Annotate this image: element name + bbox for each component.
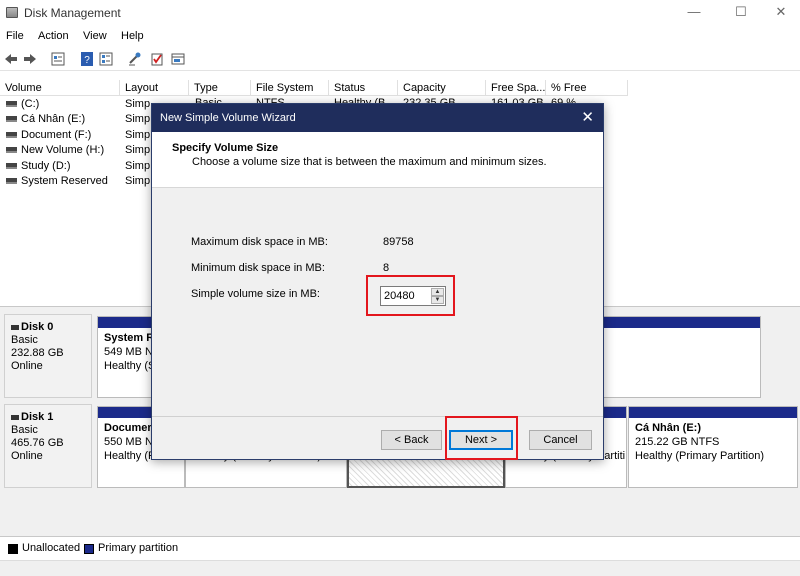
partition-name: Cá Nhân (E:)	[635, 422, 701, 434]
table-row[interactable]: Cá Nhân (E:) Simp	[0, 112, 160, 127]
disk-type: Basic	[11, 334, 38, 346]
legend: Unallocated Primary partition	[0, 536, 800, 560]
menu-file[interactable]: File	[6, 30, 24, 42]
menu-bar: File Action View Help	[0, 26, 800, 46]
partition-name: Documer	[104, 422, 152, 434]
volume-layout: Simp	[125, 98, 151, 110]
partition-name: System R	[104, 332, 155, 344]
min-disk-space-value: 8	[383, 262, 390, 274]
disk-1-label[interactable]: Disk 1 Basic 465.76 GB Online	[4, 404, 92, 488]
forward-arrow-icon[interactable]	[22, 51, 38, 67]
back-arrow-icon[interactable]	[3, 51, 19, 67]
table-row[interactable]: New Volume (H:) Simp	[0, 143, 160, 158]
menu-view[interactable]: View	[83, 30, 107, 42]
column-header-layout[interactable]: Layout	[120, 80, 189, 96]
properties-icon[interactable]	[50, 51, 66, 67]
column-header-status[interactable]: Status	[329, 80, 398, 96]
drive-icon	[6, 116, 17, 122]
disk-size: 465.76 GB	[11, 437, 64, 449]
drive-icon	[6, 132, 17, 138]
list-view-icon[interactable]	[98, 51, 114, 67]
volume-layout: Simp	[125, 113, 151, 125]
legend-label-unallocated: Unallocated	[22, 542, 81, 554]
wizard-title: New Simple Volume Wizard	[160, 112, 296, 124]
svg-text:?: ?	[84, 55, 90, 66]
volume-name: Study (D:)	[21, 160, 71, 172]
volume-layout: Simp	[125, 175, 151, 187]
wizard-subheading: Choose a volume size that is between the…	[192, 156, 547, 168]
title-bar: Disk Management — ☐ ✕	[0, 0, 800, 26]
window-title: Disk Management	[24, 6, 121, 20]
maximize-button[interactable]: ☐	[728, 2, 754, 22]
volume-name: Cá Nhân (E:)	[21, 113, 86, 125]
table-row[interactable]: (C:) Simp	[0, 97, 160, 112]
wizard-divider	[152, 416, 603, 417]
column-header-file-system[interactable]: File System	[251, 80, 329, 96]
wizard-close-icon[interactable]: ✕	[581, 108, 594, 126]
partition-size: 550 MB N	[104, 436, 153, 448]
highlight-volume-size	[366, 275, 455, 316]
column-header-type[interactable]: Type	[189, 80, 251, 96]
min-disk-space-label: Minimum disk space in MB:	[191, 262, 325, 274]
partition-size: 215.22 GB NTFS	[635, 436, 720, 448]
partition-ca-nhan[interactable]: Cá Nhân (E:) 215.22 GB NTFS Healthy (Pri…	[628, 406, 798, 488]
back-button[interactable]: < Back	[381, 430, 442, 450]
check-icon[interactable]	[149, 51, 165, 67]
wizard-heading: Specify Volume Size	[172, 142, 279, 154]
table-row[interactable]: Document (F:) Simp	[0, 128, 160, 143]
volume-layout: Simp	[125, 129, 151, 141]
table-row[interactable]: System Reserved Simp	[0, 174, 160, 189]
column-header-volume[interactable]: Volume	[0, 80, 120, 96]
wizard-header: Specify Volume Size Choose a volume size…	[152, 132, 603, 188]
column-header-percent-free[interactable]: % Free	[546, 80, 628, 96]
disk-status: Online	[11, 360, 43, 372]
legend-swatch-primary	[84, 544, 94, 554]
drive-icon	[6, 178, 17, 184]
wizard-title-bar: New Simple Volume Wizard ✕	[152, 104, 603, 132]
refresh-icon[interactable]	[170, 51, 186, 67]
volume-layout: Simp	[125, 160, 151, 172]
volume-name: (C:)	[21, 98, 40, 110]
volume-name: Document (F:)	[21, 129, 92, 141]
connect-icon[interactable]	[127, 51, 143, 67]
column-header-free-space[interactable]: Free Spa...	[486, 80, 546, 96]
volume-name: System Reserved	[21, 175, 108, 187]
highlight-next-button	[445, 416, 518, 460]
legend-label-primary: Primary partition	[98, 542, 179, 554]
partition-status: Healthy (S	[104, 360, 156, 372]
volume-name: New Volume (H:)	[21, 144, 105, 156]
status-bar	[0, 560, 800, 576]
cancel-button[interactable]: Cancel	[529, 430, 592, 450]
disk-status: Online	[11, 450, 43, 462]
menu-help[interactable]: Help	[121, 30, 144, 42]
help-icon[interactable]: ?	[79, 51, 95, 67]
volume-layout: Simp	[125, 144, 151, 156]
legend-swatch-unallocated	[8, 544, 18, 554]
partition-status: Healthy (Primary Partition)	[635, 450, 764, 462]
disk-name: Disk 0	[11, 321, 85, 334]
max-disk-space-value: 89758	[383, 236, 414, 248]
partition-size: 549 MB N	[104, 346, 153, 358]
menu-action[interactable]: Action	[38, 30, 69, 42]
toolbar: ?	[0, 47, 800, 71]
disk-management-icon	[6, 7, 18, 18]
disk-name: Disk 1	[11, 411, 85, 424]
disk-0-label[interactable]: Disk 0 Basic 232.88 GB Online	[4, 314, 92, 398]
max-disk-space-label: Maximum disk space in MB:	[191, 236, 328, 248]
drive-icon	[6, 147, 17, 153]
table-row[interactable]: Study (D:) Simp	[0, 159, 160, 174]
disk-type: Basic	[11, 424, 38, 436]
drive-icon	[6, 101, 17, 107]
close-button[interactable]: ✕	[768, 2, 794, 22]
volume-size-label: Simple volume size in MB:	[191, 288, 320, 300]
minimize-button[interactable]: —	[681, 2, 707, 22]
disk-size: 232.88 GB	[11, 347, 64, 359]
partition-bar	[629, 407, 797, 418]
drive-icon	[6, 163, 17, 169]
column-header-capacity[interactable]: Capacity	[398, 80, 486, 96]
